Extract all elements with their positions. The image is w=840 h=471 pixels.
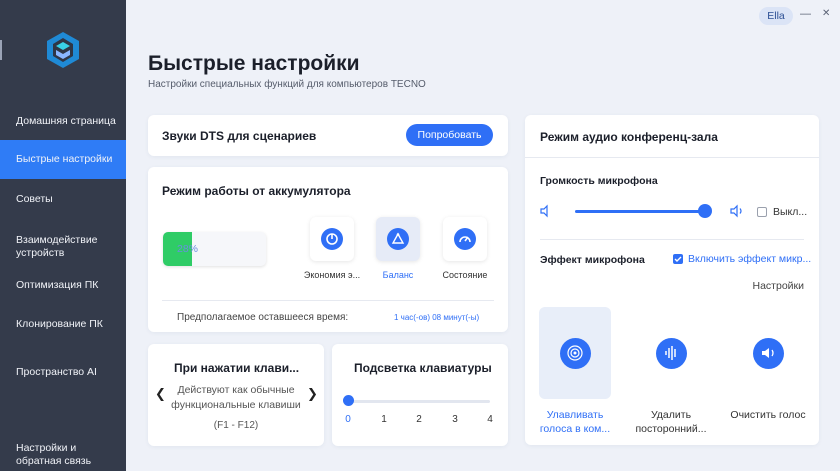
battery-title: Режим работы от аккумулятора: [162, 184, 351, 198]
speedometer-icon: [454, 228, 476, 250]
chevron-right-icon[interactable]: ❯: [307, 386, 318, 402]
backlight-tick: 2: [416, 414, 422, 425]
backlight-tick: 4: [487, 414, 493, 425]
mode-balance-button[interactable]: [376, 217, 420, 261]
effect-voice-pickup-button[interactable]: [539, 307, 611, 399]
effect-noise-removal-label: Удалить посторонний...: [635, 409, 707, 435]
power-save-icon: [321, 228, 343, 250]
backlight-slider-knob[interactable]: [343, 395, 354, 406]
mic-off-checkbox[interactable]: [757, 207, 767, 217]
effect-voice-pickup-label: Улавливать голоса в ком...: [539, 409, 611, 435]
clear-voice-icon: [752, 337, 784, 369]
voice-pickup-icon: [559, 337, 591, 369]
mic-off-label: Выкл...: [773, 206, 808, 218]
battery-level-bar: 28%: [163, 232, 266, 266]
enable-effect-checkbox[interactable]: [673, 254, 683, 264]
fn-keys-card: При нажатии клави... Действуют как обычн…: [148, 344, 324, 446]
dts-card: Звуки DTS для сценариев Попробовать: [148, 115, 508, 156]
fn-keys-description: Действуют как обычные функциональные кла…: [171, 384, 301, 411]
mode-economy-label: Экономия э...: [303, 270, 361, 280]
remaining-time-value: 1 час(-ов) 08 минут(-ы): [394, 313, 480, 322]
sidebar-item-quick-settings[interactable]: Быстрые настройки: [0, 140, 126, 179]
battery-percent: 28%: [177, 243, 199, 255]
page-subtitle: Настройки специальных функций для компью…: [148, 79, 426, 90]
enable-effect-label[interactable]: Включить эффект микр...: [688, 253, 811, 265]
sidebar-item-settings-feedback[interactable]: Настройки и обратная связь: [0, 442, 100, 468]
try-button[interactable]: Попробовать: [406, 124, 493, 146]
mic-volume-knob[interactable]: [698, 204, 713, 218]
dts-title: Звуки DTS для сценариев: [162, 129, 317, 143]
mode-performance-label: Состояние: [442, 270, 488, 280]
speaker-low-icon[interactable]: [539, 204, 553, 223]
effect-settings-link[interactable]: Настройки: [753, 280, 805, 292]
fn-keys-hint: (F1 - F12): [213, 420, 259, 431]
sidebar-edge-marker: [0, 40, 2, 60]
mic-effect-label: Эффект микрофона: [540, 254, 645, 266]
minimize-icon[interactable]: —: [800, 8, 811, 20]
remaining-time-label: Предполагаемое оставшееся время:: [177, 312, 349, 323]
backlight-tick: 3: [452, 414, 458, 425]
page-title: Быстрые настройки: [148, 52, 360, 75]
app-logo-icon: [47, 32, 79, 68]
sidebar-item-pc-cloning[interactable]: Клонирование ПК: [0, 318, 126, 331]
sidebar-item-tips[interactable]: Советы: [0, 193, 126, 206]
effect-noise-removal-button[interactable]: [635, 307, 707, 399]
sidebar-item-home[interactable]: Домашняя страница: [0, 115, 126, 128]
mode-balance-label: Баланс: [382, 270, 414, 280]
backlight-tick: 0: [345, 414, 351, 425]
backlight-title: Подсветка клавиатуры: [354, 361, 492, 375]
backlight-card: Подсветка клавиатуры: [332, 344, 508, 446]
mic-volume-label: Громкость микрофона: [540, 175, 658, 187]
backlight-slider-track[interactable]: [348, 400, 490, 403]
waveform-icon: [655, 337, 687, 369]
conference-divider: [540, 239, 804, 240]
backlight-tick: 1: [381, 414, 387, 425]
sidebar-item-pc-optimization[interactable]: Оптимизация ПК: [0, 279, 126, 292]
effect-clear-voice-button[interactable]: [732, 307, 804, 399]
balance-icon: [387, 228, 409, 250]
speaker-high-icon[interactable]: [729, 204, 745, 223]
battery-divider: [162, 300, 494, 301]
mode-economy-button[interactable]: [310, 217, 354, 261]
user-badge[interactable]: Ella: [759, 7, 793, 25]
effect-clear-voice-label: Очистить голос: [730, 409, 806, 421]
sidebar-item-device-interaction[interactable]: Взаимодействие устройств: [0, 234, 110, 260]
mode-performance-button[interactable]: [443, 217, 487, 261]
mic-volume-slider[interactable]: [575, 210, 707, 213]
fn-keys-title: При нажатии клави...: [174, 361, 300, 375]
conference-divider: [525, 157, 819, 158]
chevron-left-icon[interactable]: ❮: [155, 386, 166, 402]
conference-title: Режим аудио конференц-зала: [540, 130, 718, 144]
close-icon[interactable]: ✕: [822, 8, 830, 19]
sidebar-item-ai-space[interactable]: Пространство AI: [0, 366, 126, 379]
sidebar: Домашняя страница Быстрые настройки Сове…: [0, 0, 126, 471]
